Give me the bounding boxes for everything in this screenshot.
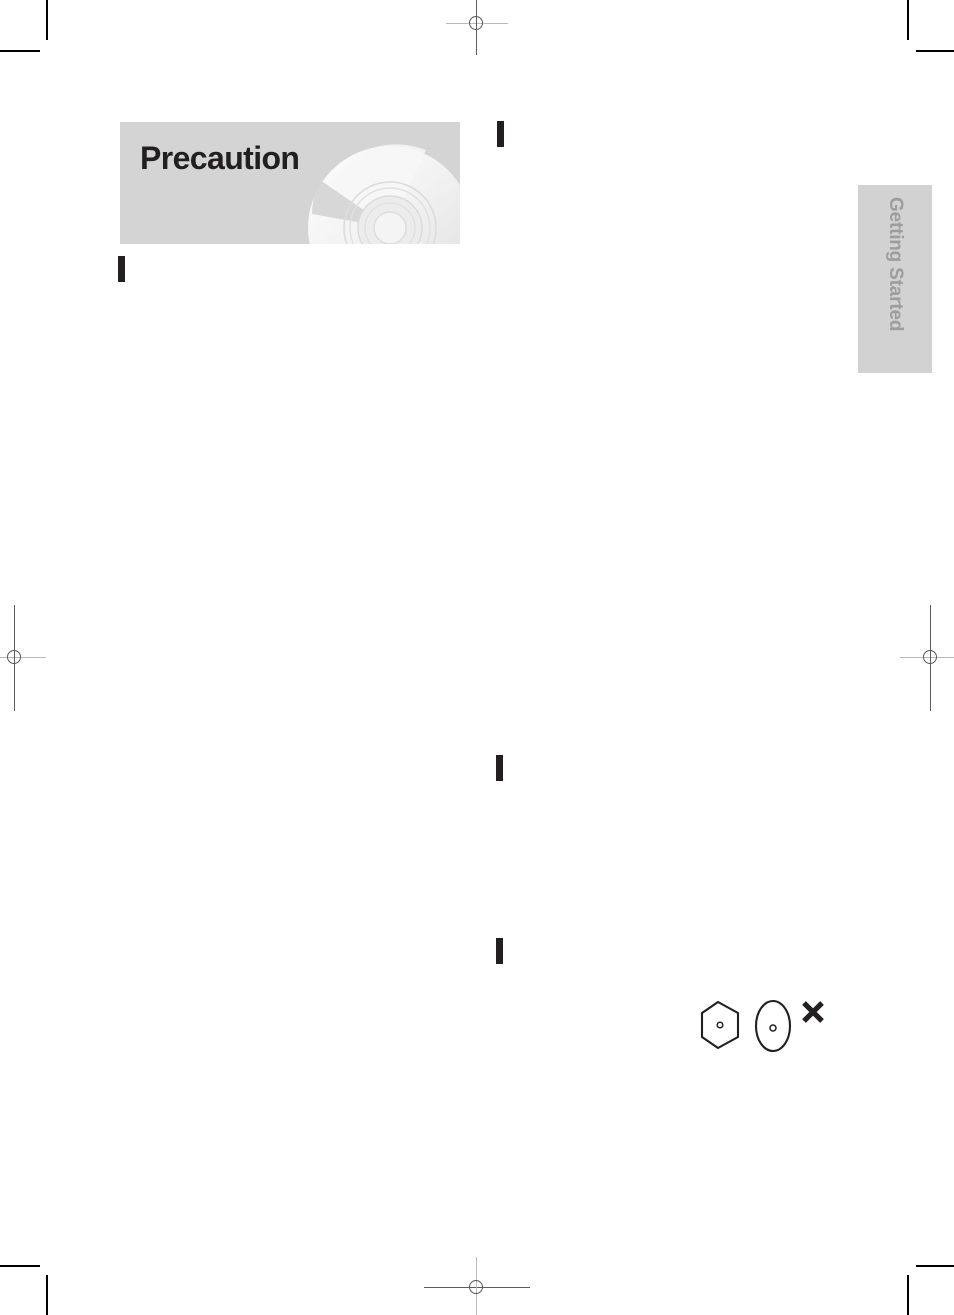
oval-disc-icon bbox=[754, 999, 792, 1053]
crop-mark-top-right-horizontal bbox=[916, 50, 954, 52]
registration-circle bbox=[469, 1280, 483, 1294]
crop-mark-top-right-vertical bbox=[907, 0, 909, 40]
section-marker-upper-left bbox=[118, 256, 125, 282]
hexagonal-disc-icon bbox=[700, 1000, 740, 1050]
registration-mark-left bbox=[0, 605, 46, 711]
cd-disc-graphic bbox=[308, 144, 460, 244]
sidebar-tab-getting-started[interactable]: Getting Started bbox=[858, 185, 932, 373]
manual-page: Precaution Getting Started bbox=[0, 0, 954, 1315]
crop-mark-bottom-right-vertical bbox=[907, 1275, 909, 1315]
x-prohibition-icon bbox=[802, 1001, 824, 1023]
disc-shape-warning-group bbox=[700, 999, 824, 1053]
section-marker-lower bbox=[496, 938, 503, 964]
section-marker-middle bbox=[496, 755, 503, 781]
registration-mark-bottom bbox=[424, 1257, 530, 1315]
registration-circle bbox=[7, 650, 21, 664]
section-marker-top-right bbox=[497, 121, 504, 147]
registration-mark-right bbox=[900, 605, 954, 711]
registration-mark-top bbox=[446, 0, 508, 55]
crop-mark-top-left-vertical bbox=[46, 0, 48, 40]
page-title: Precaution bbox=[140, 140, 300, 176]
precaution-header-banner: Precaution bbox=[120, 122, 460, 244]
crop-mark-bottom-left-horizontal bbox=[0, 1265, 40, 1267]
crop-mark-top-left-horizontal bbox=[0, 50, 40, 52]
registration-circle bbox=[923, 650, 937, 664]
crop-mark-bottom-left-vertical bbox=[46, 1275, 48, 1315]
registration-circle bbox=[469, 16, 483, 30]
crop-mark-bottom-right-horizontal bbox=[916, 1265, 954, 1267]
sidebar-tab-label: Getting Started bbox=[885, 197, 906, 332]
